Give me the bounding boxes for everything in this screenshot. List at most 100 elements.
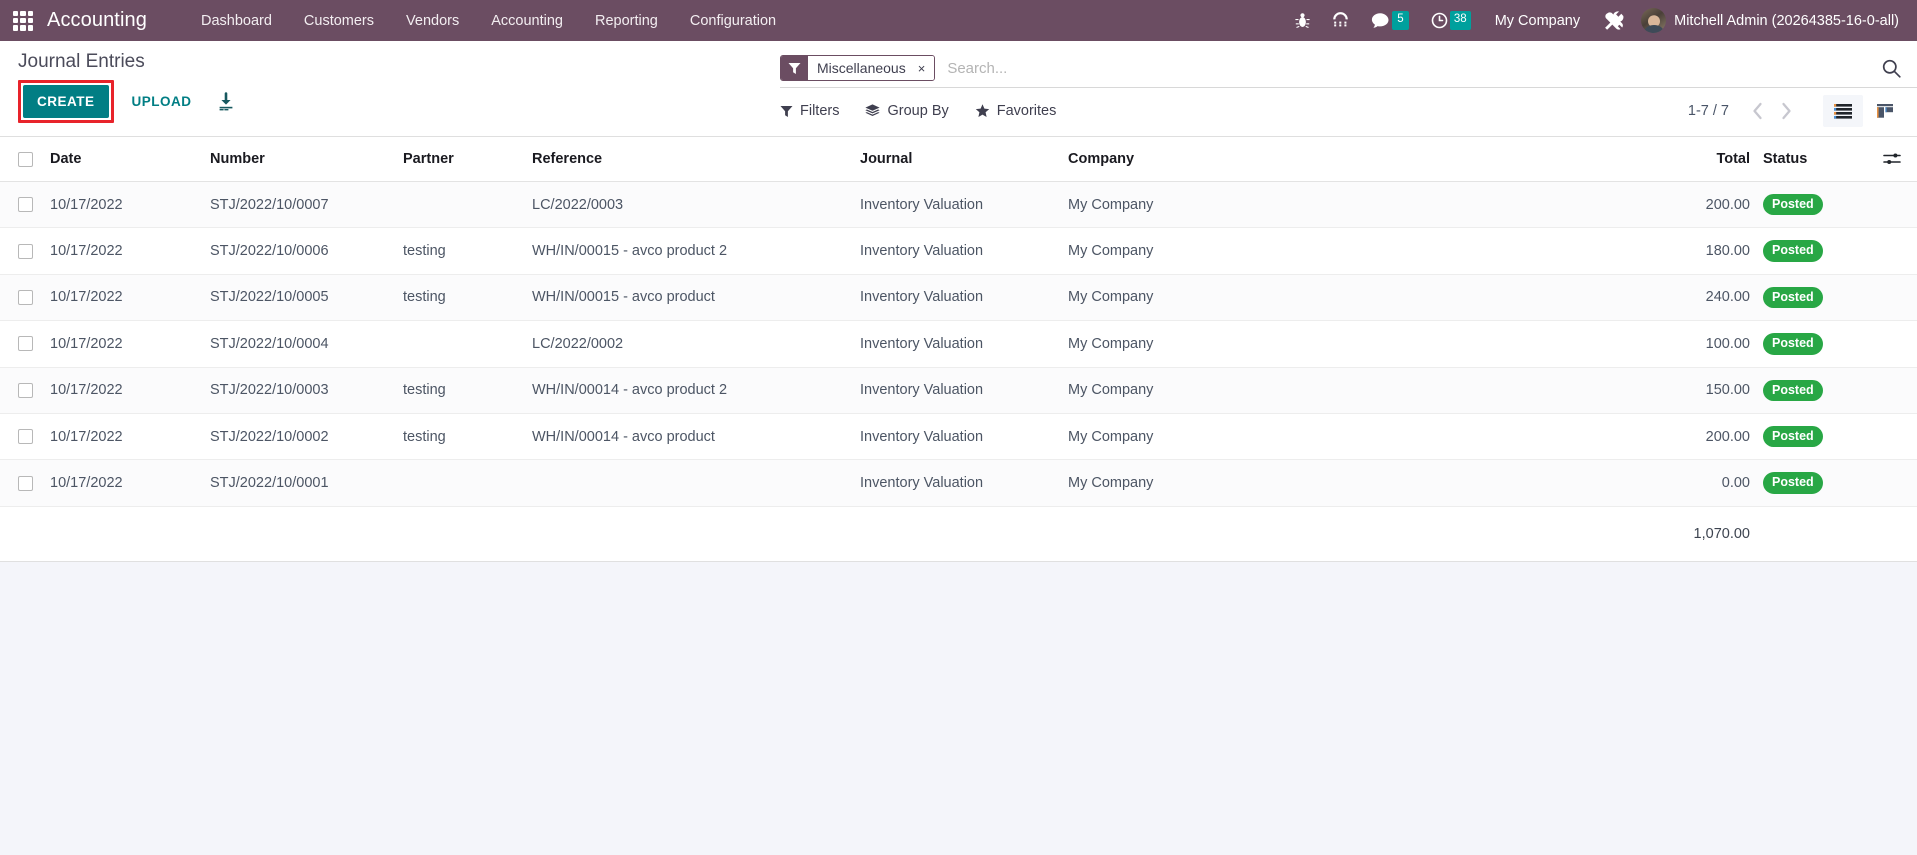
row-checkbox[interactable] [18, 336, 33, 352]
column-header-total[interactable]: Total [1433, 137, 1763, 182]
cell-total: 240.00 [1433, 274, 1763, 322]
menu-item-accounting[interactable]: Accounting [475, 2, 579, 40]
group-by-button[interactable]: Group By [865, 103, 949, 119]
table-header-row: Date Number Partner Reference Journal Co… [0, 137, 1917, 182]
menu-item-vendors[interactable]: Vendors [390, 2, 475, 40]
create-button[interactable]: CREATE [23, 85, 109, 118]
cell-reference: WH/IN/00015 - avco product 2 [532, 227, 860, 275]
table-row[interactable]: 10/17/2022 STJ/2022/10/0003 testing WH/I… [0, 367, 1917, 414]
row-select-cell [0, 227, 50, 275]
messages-icon[interactable]: 5 [1360, 0, 1420, 41]
view-switcher [1823, 95, 1905, 127]
totals-total-value: 1,070.00 [1433, 506, 1763, 562]
favorites-button[interactable]: Favorites [975, 103, 1056, 119]
search-facet-close-icon[interactable]: × [912, 56, 935, 80]
table-row[interactable]: 10/17/2022 STJ/2022/10/0004 LC/2022/0002… [0, 320, 1917, 368]
cell-reference: LC/2022/0003 [532, 181, 860, 229]
cell-date: 10/17/2022 [50, 227, 210, 275]
menu-item-customers[interactable]: Customers [288, 2, 390, 40]
status-badge: Posted [1763, 333, 1823, 355]
cell-partner: testing [403, 274, 532, 322]
row-checkbox[interactable] [18, 429, 33, 445]
search-row: Miscellaneous × [780, 49, 1917, 88]
cell-number: STJ/2022/10/0003 [210, 367, 403, 414]
cell-partner [403, 181, 532, 229]
pager-next-button[interactable] [1772, 102, 1801, 120]
cell-partner [403, 320, 532, 368]
cell-journal: Inventory Valuation [860, 459, 1068, 507]
row-checkbox[interactable] [18, 475, 33, 491]
column-header-reference[interactable]: Reference [532, 137, 860, 182]
cell-number: STJ/2022/10/0001 [210, 459, 403, 507]
row-select-cell [0, 459, 50, 507]
cell-number: STJ/2022/10/0006 [210, 227, 403, 275]
search-facet-miscellaneous[interactable]: Miscellaneous × [780, 55, 936, 81]
kanban-view-icon [1877, 104, 1893, 118]
search-icon[interactable] [1872, 59, 1907, 78]
journal-entries-table-wrap: Date Number Partner Reference Journal Co… [0, 137, 1917, 562]
row-checkbox[interactable] [18, 290, 33, 306]
cell-reference [532, 459, 860, 507]
status-badge: Posted [1763, 379, 1823, 401]
table-row[interactable]: 10/17/2022 STJ/2022/10/0001 Inventory Va… [0, 459, 1917, 507]
row-select-cell [0, 367, 50, 414]
upload-button[interactable]: UPLOAD [120, 85, 204, 118]
column-header-company[interactable]: Company [1068, 137, 1433, 182]
filters-button[interactable]: Filters [780, 103, 839, 119]
list-view-button[interactable] [1823, 95, 1863, 127]
cell-spacer [1867, 227, 1917, 275]
table-row[interactable]: 10/17/2022 STJ/2022/10/0006 testing WH/I… [0, 227, 1917, 275]
cell-status: Posted [1763, 274, 1867, 322]
table-header: Date Number Partner Reference Journal Co… [0, 137, 1917, 182]
row-checkbox[interactable] [18, 197, 33, 213]
cell-partner: testing [403, 367, 532, 414]
cell-date: 10/17/2022 [50, 413, 210, 461]
user-menu[interactable]: Mitchell Admin (20264385-16-0-all) [1635, 0, 1909, 41]
row-checkbox[interactable] [18, 243, 33, 259]
cell-number: STJ/2022/10/0002 [210, 413, 403, 461]
activities-clock-icon[interactable]: 38 [1420, 0, 1482, 41]
column-header-date[interactable]: Date [50, 137, 210, 182]
cell-date: 10/17/2022 [50, 274, 210, 322]
menu-item-configuration[interactable]: Configuration [674, 2, 792, 40]
bug-icon[interactable] [1284, 0, 1321, 41]
cell-date: 10/17/2022 [50, 459, 210, 507]
cell-company: My Company [1068, 459, 1433, 507]
pager-previous-button[interactable] [1743, 102, 1772, 120]
apps-grid-icon[interactable] [10, 8, 36, 34]
cell-number: STJ/2022/10/0007 [210, 181, 403, 229]
tools-icon[interactable] [1593, 0, 1635, 41]
table-row[interactable]: 10/17/2022 STJ/2022/10/0005 testing WH/I… [0, 274, 1917, 322]
table-row[interactable]: 10/17/2022 STJ/2022/10/0007 LC/2022/0003… [0, 181, 1917, 229]
dialpad-icon[interactable] [1321, 0, 1360, 41]
journal-entries-table: Date Number Partner Reference Journal Co… [0, 137, 1917, 562]
star-icon [975, 104, 989, 117]
column-header-journal[interactable]: Journal [860, 137, 1068, 182]
column-header-number[interactable]: Number [210, 137, 403, 182]
menu-item-reporting[interactable]: Reporting [579, 2, 674, 40]
kanban-view-button[interactable] [1865, 95, 1905, 127]
download-icon[interactable] [216, 91, 236, 112]
row-select-cell [0, 320, 50, 368]
cell-company: My Company [1068, 227, 1433, 275]
column-settings-icon[interactable] [1867, 151, 1917, 167]
breadcrumb: Journal Entries [18, 51, 145, 72]
search-input[interactable] [939, 59, 1872, 77]
totals-spacer [1867, 506, 1917, 562]
select-all-checkbox[interactable] [18, 151, 33, 167]
column-header-partner[interactable]: Partner [403, 137, 532, 182]
cell-journal: Inventory Valuation [860, 274, 1068, 322]
cell-journal: Inventory Valuation [860, 413, 1068, 461]
company-switcher[interactable]: My Company [1482, 13, 1593, 29]
cell-number: STJ/2022/10/0004 [210, 320, 403, 368]
cell-number: STJ/2022/10/0005 [210, 274, 403, 322]
status-badge: Posted [1763, 425, 1823, 448]
row-checkbox[interactable] [18, 382, 33, 398]
menu-item-dashboard[interactable]: Dashboard [185, 2, 288, 40]
row-select-cell [0, 413, 50, 461]
app-brand-accounting[interactable]: Accounting [47, 9, 147, 32]
cell-journal: Inventory Valuation [860, 181, 1068, 229]
table-row[interactable]: 10/17/2022 STJ/2022/10/0002 testing WH/I… [0, 413, 1917, 461]
search-panel: Miscellaneous × Filters [780, 41, 1917, 134]
column-header-status[interactable]: Status [1763, 137, 1867, 182]
